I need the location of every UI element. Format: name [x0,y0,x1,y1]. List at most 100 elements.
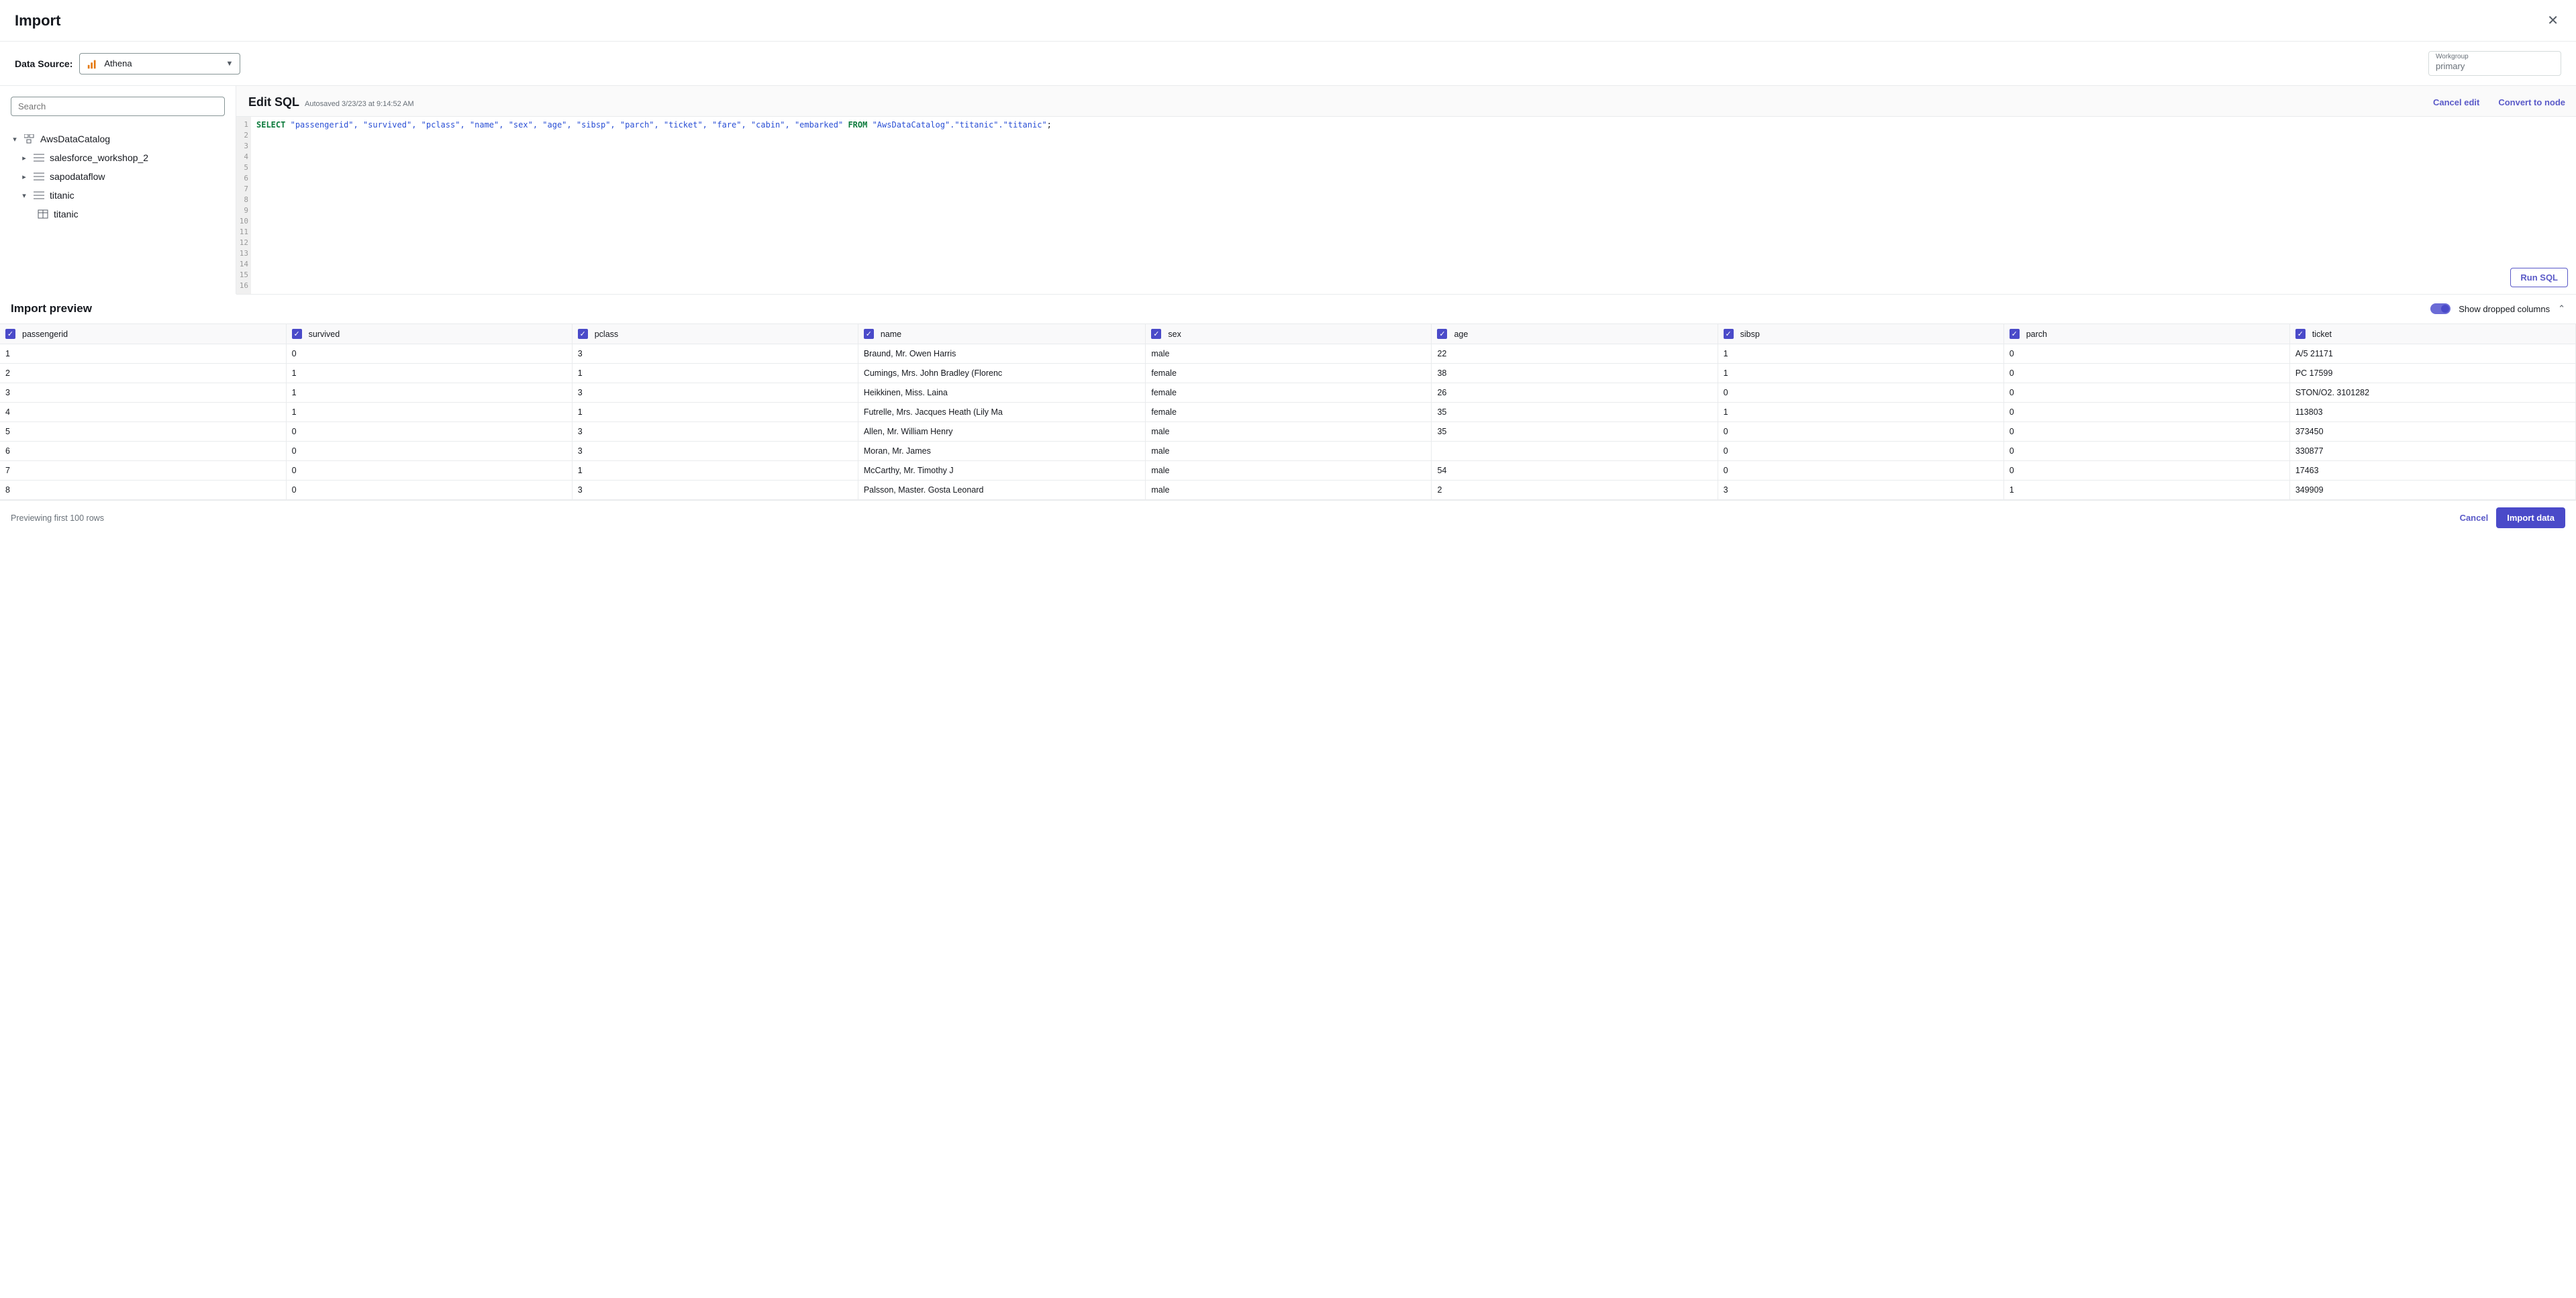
autosaved-text: Autosaved 3/23/23 at 9:14:52 AM [305,100,414,108]
column-checkbox-parch[interactable]: ✓ [2010,329,2020,339]
cell-parch: 0 [2003,344,2289,364]
cell-pclass: 3 [572,442,858,461]
cell-passengerid: 7 [0,461,286,481]
column-header-ticket: ✓ ticket [2289,324,2575,344]
cell-passengerid: 6 [0,442,286,461]
cell-pclass: 3 [572,344,858,364]
tree-catalog[interactable]: ▾ AwsDataCatalog [11,130,225,148]
workgroup-input[interactable] [2436,61,2554,71]
cell-name: Braund, Mr. Owen Harris [858,344,1146,364]
import-preview-title: Import preview [11,302,92,315]
cell-pclass: 3 [572,481,858,500]
column-label: sex [1168,330,1181,339]
cell-name: Heikkinen, Miss. Laina [858,383,1146,403]
table-row: 503Allen, Mr. William Henrymale350037345… [0,422,2576,442]
tree-db-sapodataflow[interactable]: ▸ sapodataflow [11,167,225,186]
column-checkbox-sex[interactable]: ✓ [1151,329,1161,339]
cell-name: Allen, Mr. William Henry [858,422,1146,442]
cell-sex: female [1146,383,1432,403]
column-checkbox-pclass[interactable]: ✓ [578,329,588,339]
table-row: 803Palsson, Master. Gosta Leonardmale231… [0,481,2576,500]
cell-name: Palsson, Master. Gosta Leonard [858,481,1146,500]
datasource-select[interactable]: Athena ▼ [79,53,240,74]
cell-sex: male [1146,461,1432,481]
cancel-button[interactable]: Cancel [2460,513,2489,523]
column-label: name [881,330,901,339]
run-sql-button[interactable]: Run SQL [2510,268,2568,287]
cancel-edit-button[interactable]: Cancel edit [2433,97,2479,107]
search-input[interactable] [11,97,225,116]
column-header-survived: ✓survived [286,324,572,344]
column-header-age: ✓age [1432,324,1718,344]
table-icon [38,209,48,219]
tree-db-salesforce[interactable]: ▸ salesforce_workshop_2 [11,148,225,167]
cell-passengerid: 1 [0,344,286,364]
tree-catalog-label: AwsDataCatalog [40,134,110,144]
database-icon [34,172,44,181]
cell-age: 2 [1432,481,1718,500]
cell-age: 54 [1432,461,1718,481]
workgroup-label: Workgroup [2436,53,2469,60]
cell-survived: 1 [286,403,572,422]
cell-age: 35 [1432,403,1718,422]
column-label: pclass [595,330,618,339]
workgroup-field[interactable]: Workgroup [2428,51,2561,76]
column-label: ticket [2312,330,2332,339]
athena-icon [87,58,99,70]
cell-age [1432,442,1718,461]
cell-survived: 0 [286,344,572,364]
cell-sibsp: 0 [1718,383,2003,403]
cell-name: McCarthy, Mr. Timothy J [858,461,1146,481]
cell-survived: 0 [286,442,572,461]
column-label: passengerid [22,330,68,339]
cell-parch: 0 [2003,461,2289,481]
show-dropped-toggle[interactable] [2430,303,2450,314]
tree-db-titanic[interactable]: ▾ titanic [11,186,225,205]
cell-name: Futrelle, Mrs. Jacques Heath (Lily Ma [858,403,1146,422]
cell-sex: male [1146,344,1432,364]
column-checkbox-survived[interactable]: ✓ [292,329,302,339]
preview-table: ✓passengerid✓survived✓pclass✓name✓sex✓ag… [0,324,2576,500]
cell-parch: 0 [2003,383,2289,403]
import-data-button[interactable]: Import data [2496,507,2565,528]
cell-pclass: 1 [572,364,858,383]
column-checkbox-age[interactable]: ✓ [1437,329,1447,339]
tree-table-titanic[interactable]: titanic [11,205,225,223]
cell-passengerid: 5 [0,422,286,442]
table-row: 603Moran, Mr. Jamesmale00330877 [0,442,2576,461]
cell-ticket: 373450 [2289,422,2575,442]
cell-sibsp: 1 [1718,364,2003,383]
column-header-pclass: ✓ pclass [572,324,858,344]
preview-table-wrap[interactable]: ✓passengerid✓survived✓pclass✓name✓sex✓ag… [0,323,2576,500]
convert-node-button[interactable]: Convert to node [2498,97,2565,107]
caret-right-icon: ▸ [20,154,28,162]
editor-gutter: 12345678910111213141516 [236,117,251,294]
column-checkbox-name[interactable]: ✓ [864,329,874,339]
cell-ticket: 113803 [2289,403,2575,422]
column-header-sex: ✓ sex [1146,324,1432,344]
cell-passengerid: 3 [0,383,286,403]
cell-sibsp: 1 [1718,403,2003,422]
tree-table-label: titanic [54,209,79,219]
collapse-icon[interactable]: ⌃ [2558,303,2565,314]
cell-sex: female [1146,364,1432,383]
cell-parch: 1 [2003,481,2289,500]
close-icon[interactable]: ✕ [2544,9,2561,32]
cell-sex: female [1146,403,1432,422]
column-checkbox-passengerid[interactable]: ✓ [5,329,15,339]
sql-editor[interactable]: 12345678910111213141516 SELECT "passenge… [236,116,2576,295]
tree-db-label: sapodataflow [50,171,105,182]
edit-sql-title: Edit SQL [248,95,299,109]
cell-pclass: 1 [572,461,858,481]
cell-parch: 0 [2003,403,2289,422]
caret-down-icon: ▾ [20,191,28,200]
column-checkbox-ticket[interactable]: ✓ [2295,329,2306,339]
column-label: parch [2026,330,2047,339]
cell-sibsp: 0 [1718,442,2003,461]
table-row: 103Braund, Mr. Owen Harrismale2210A/5 21… [0,344,2576,364]
sql-code[interactable]: SELECT "passengerid", "survived", "pclas… [251,117,2576,294]
column-checkbox-sibsp[interactable]: ✓ [1724,329,1734,339]
cell-ticket: A/5 21171 [2289,344,2575,364]
cell-ticket: 349909 [2289,481,2575,500]
cell-sibsp: 1 [1718,344,2003,364]
